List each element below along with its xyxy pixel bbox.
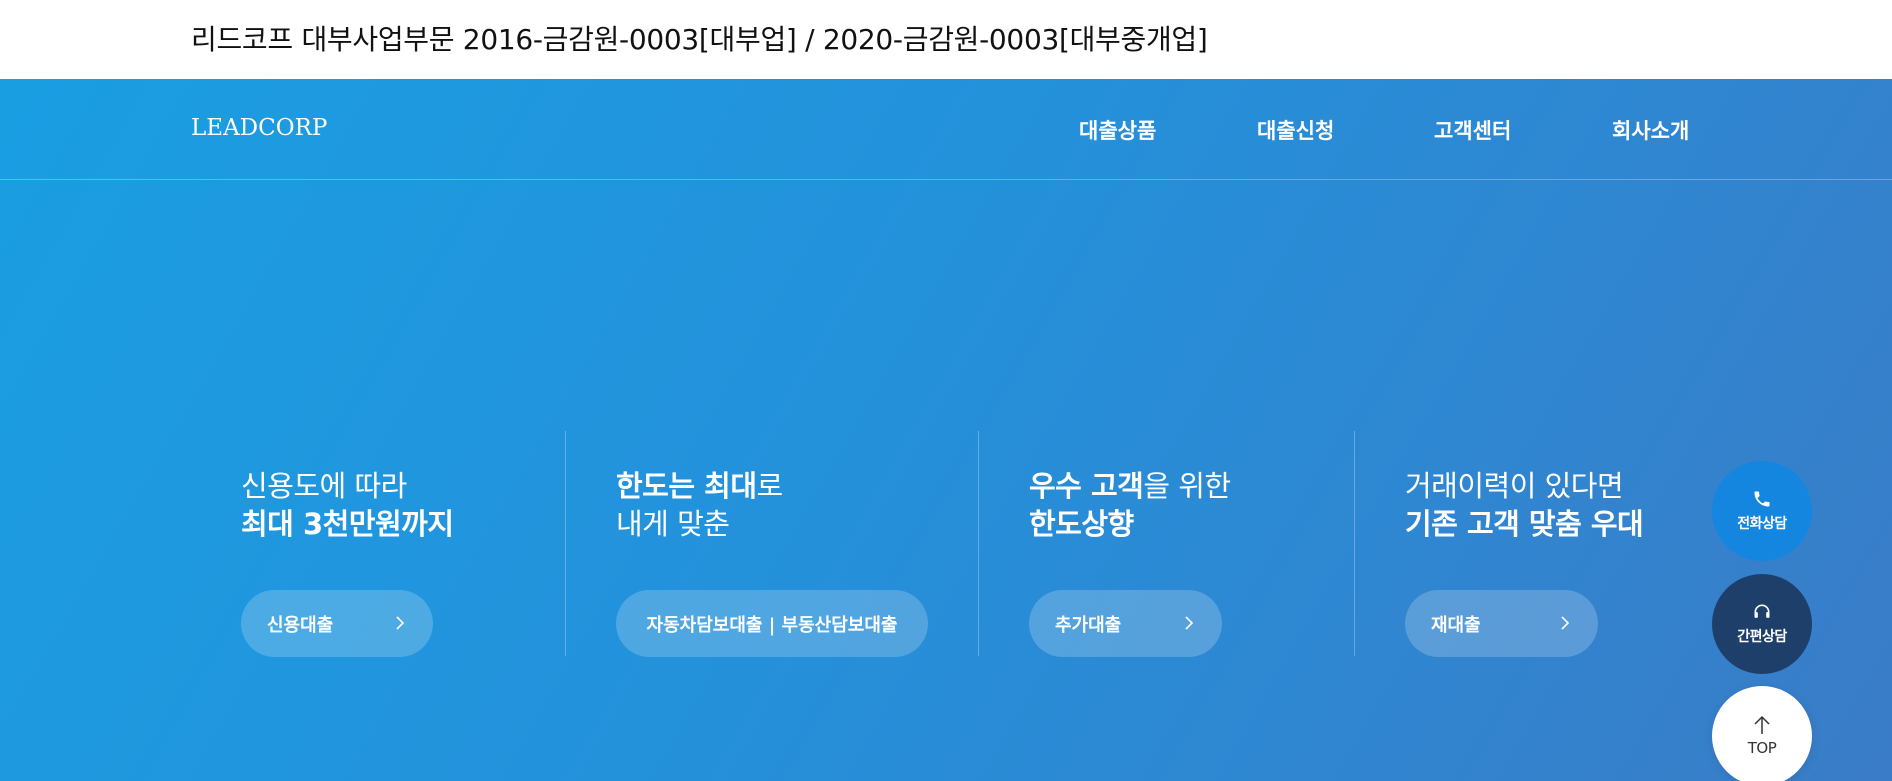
nav-item-loan-apply[interactable]: 대출신청	[1257, 115, 1334, 145]
logo[interactable]: LEADCORP	[191, 115, 327, 141]
feature-subheadline: 한도상향	[1029, 507, 1134, 541]
license-bar: 리드코프 대부사업부문 2016-금감원-0003[대부업] / 2020-금감…	[0, 0, 1892, 79]
scroll-top-label: TOP	[1747, 739, 1777, 757]
feature-credit-loan: 신용도에 따라 최대 3천만원까지	[241, 467, 454, 543]
feature-headline: 거래이력이 있다면	[1405, 469, 1624, 503]
additional-loan-button[interactable]: 추가대출	[1029, 590, 1222, 657]
arrow-up-icon	[1754, 715, 1770, 734]
feature-secured-loan: 한도는 최대로 내게 맞춘	[616, 467, 783, 543]
feature-headline: 신용도에 따라	[241, 469, 407, 503]
chevron-right-icon	[396, 616, 405, 630]
nav-item-loan-products[interactable]: 대출상품	[1079, 115, 1156, 145]
quick-consult-label: 간편상담	[1737, 629, 1787, 645]
headset-icon	[1754, 604, 1770, 618]
scroll-top-button[interactable]: TOP	[1712, 686, 1812, 781]
additional-loan-button-label: 추가대출	[1055, 614, 1122, 636]
nav-item-company-intro[interactable]: 회사소개	[1612, 115, 1689, 145]
phone-consult-label: 전화상담	[1737, 516, 1787, 532]
nav-item-customer-center[interactable]: 고객센터	[1434, 115, 1511, 145]
feature-additional-loan: 우수 고객을 위한 한도상향	[1029, 467, 1231, 543]
main-nav: LEADCORP 대출상품 대출신청 고객센터 회사소개	[0, 79, 1892, 180]
reloan-button-label: 재대출	[1431, 614, 1481, 636]
license-text: 리드코프 대부사업부문 2016-금감원-0003[대부업] / 2020-금감…	[191, 23, 1208, 56]
credit-loan-button-label: 신용대출	[267, 614, 334, 636]
reloan-button[interactable]: 재대출	[1405, 590, 1598, 657]
secured-loan-button-label: 자동차담보대출 | 부동산담보대출	[646, 614, 898, 636]
hero-section: LEADCORP 대출상품 대출신청 고객센터 회사소개 신용도에 따라 최대 …	[0, 79, 1892, 781]
chevron-right-icon	[1185, 616, 1194, 630]
feature-divider	[565, 431, 566, 656]
feature-headline: 한도는 최대로	[616, 469, 783, 503]
feature-subheadline: 내게 맞춘	[616, 507, 730, 541]
secured-loan-button[interactable]: 자동차담보대출 | 부동산담보대출	[616, 590, 928, 657]
quick-consult-button[interactable]: 간편상담	[1712, 574, 1812, 674]
feature-headline: 우수 고객을 위한	[1029, 469, 1231, 503]
feature-divider	[978, 431, 979, 656]
chevron-right-icon	[1561, 616, 1570, 630]
feature-subheadline: 최대 3천만원까지	[241, 507, 454, 541]
phone-icon	[1754, 491, 1770, 507]
feature-subheadline: 기존 고객 맞춤 우대	[1405, 507, 1644, 541]
feature-divider	[1354, 431, 1355, 656]
phone-consult-button[interactable]: 전화상담	[1712, 461, 1812, 561]
credit-loan-button[interactable]: 신용대출	[241, 590, 433, 657]
feature-reloan: 거래이력이 있다면 기존 고객 맞춤 우대	[1405, 467, 1644, 543]
